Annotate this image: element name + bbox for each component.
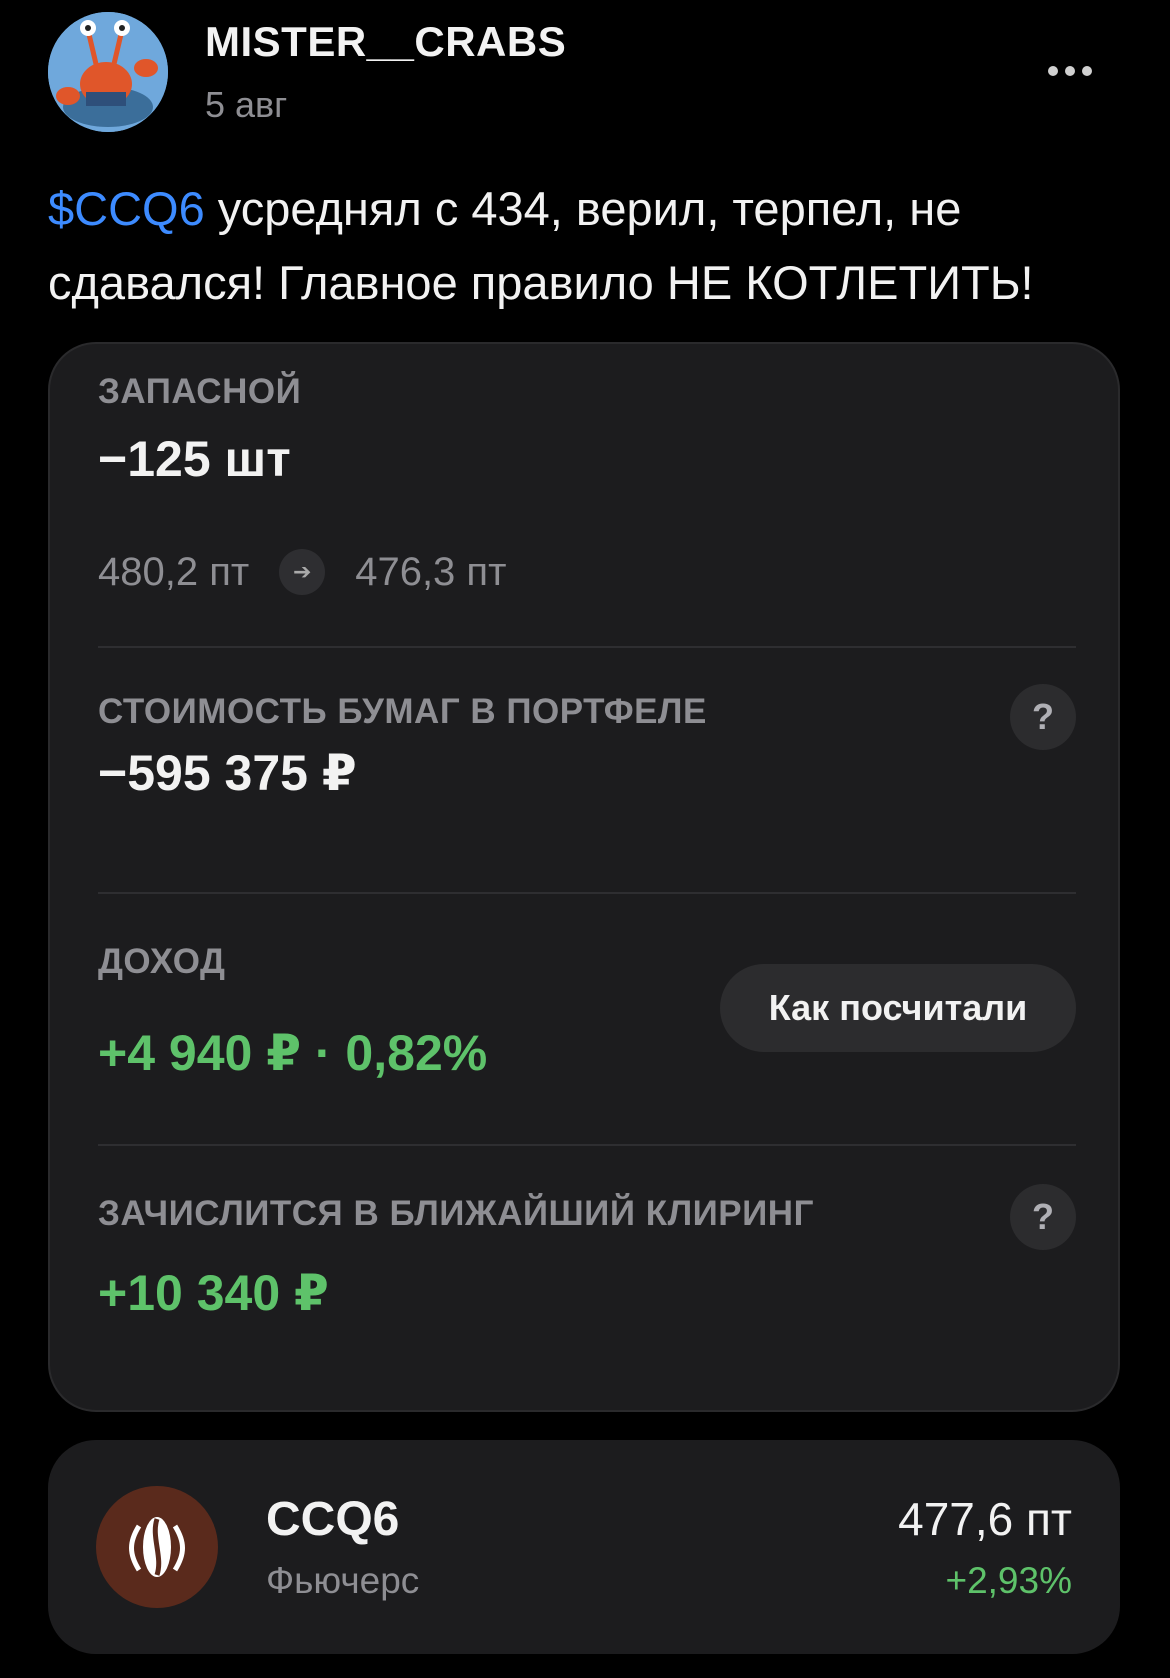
price-from: 480,2 пт [98, 549, 250, 594]
how-calculated-button[interactable]: Как посчитали [720, 964, 1076, 1052]
instrument-price: 477,6 пт [898, 1493, 1072, 1545]
ticker-link[interactable]: $CCQ6 [48, 182, 205, 235]
divider [98, 1144, 1076, 1146]
clearing-label: ЗАЧИСЛИТСЯ В БЛИЖАЙШИЙ КЛИРИНГ [98, 1194, 814, 1233]
help-icon[interactable]: ? [1010, 1184, 1076, 1250]
income-value: +4 940 ₽ · 0,82% [98, 1025, 488, 1081]
instrument-name: CCQ6 [266, 1493, 400, 1546]
more-dots-icon[interactable] [1048, 62, 1098, 80]
portfolio-value-label: СТОИМОСТЬ БУМАГ В ПОРТФЕЛЕ [98, 692, 707, 731]
help-icon[interactable]: ? [1010, 684, 1076, 750]
avatar[interactable] [48, 12, 168, 132]
price-to: 476,3 пт [355, 549, 507, 594]
divider [98, 892, 1076, 894]
arrow-right-icon: ➔ [279, 549, 326, 595]
avatar-image [48, 12, 168, 132]
author-name[interactable]: MISTER__CRABS [205, 18, 566, 66]
dot [1082, 66, 1092, 76]
post-text: $CCQ6 усреднял с 434, верил, терпел, не … [48, 172, 1128, 320]
dot [1048, 66, 1058, 76]
price-row: 480,2 пт ➔ 476,3 пт [98, 549, 506, 595]
instrument-card[interactable]: CCQ6 Фьючерс 477,6 пт +2,93% [48, 1440, 1120, 1654]
portfolio-value: −595 375 ₽ [98, 745, 357, 801]
cocoa-bean-icon [96, 1486, 218, 1608]
post-date: 5 авг [205, 84, 288, 125]
clearing-value: +10 340 ₽ [98, 1265, 329, 1321]
income-label: ДОХОД [98, 942, 226, 981]
dot [1065, 66, 1075, 76]
post-header: MISTER__CRABS 5 авг [0, 0, 1170, 150]
divider [98, 646, 1076, 648]
quantity-value: −125 шт [98, 431, 291, 487]
instrument-change: +2,93% [945, 1560, 1072, 1601]
account-label: ЗАПАСНОЙ [98, 372, 302, 411]
instrument-type: Фьючерс [266, 1560, 420, 1601]
cocoa-bean-glyph [129, 1517, 185, 1577]
position-card: ЗАПАСНОЙ −125 шт 480,2 пт ➔ 476,3 пт СТО… [48, 342, 1120, 1412]
